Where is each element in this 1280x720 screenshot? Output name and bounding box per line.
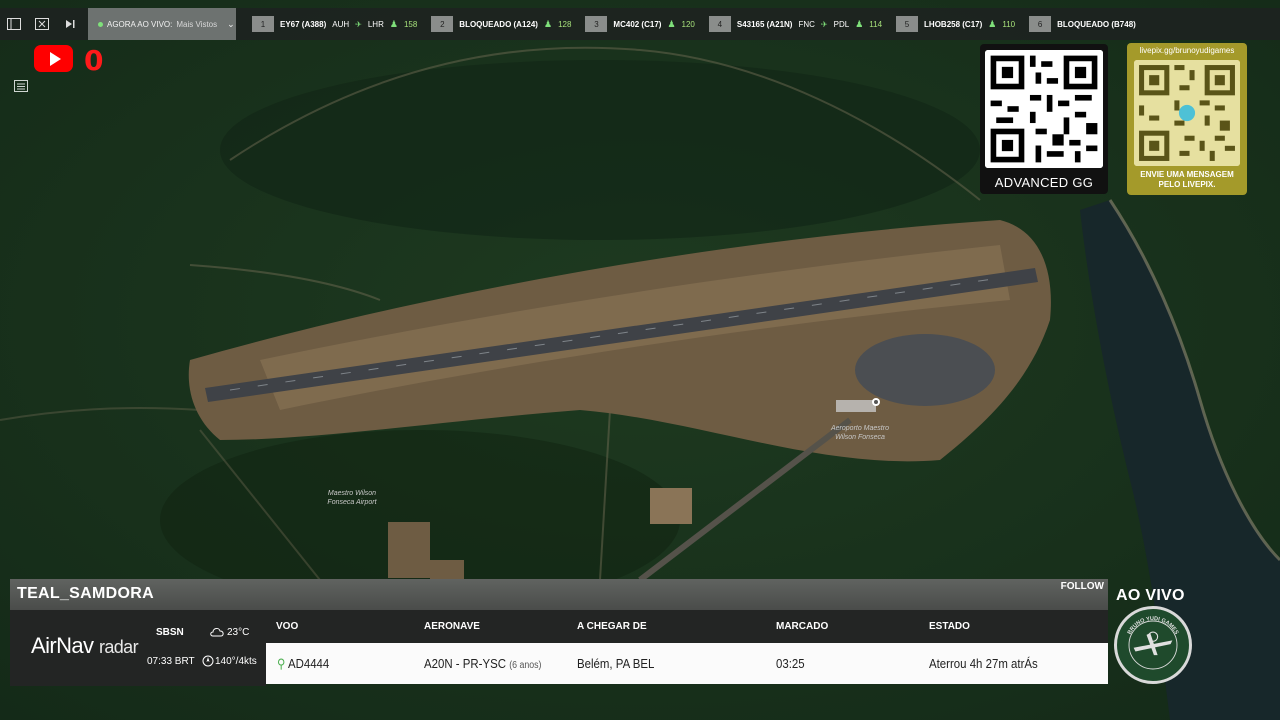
livepix-url: livepix.gg/brunoyudigames xyxy=(1139,46,1235,55)
qr-code-icon xyxy=(985,50,1103,168)
flight-item-1[interactable]: 1 EY67 (A388) AUH ✈ LHR ♟ 158 xyxy=(252,16,417,32)
aircraft-age: (6 anos) xyxy=(509,660,542,671)
flight-table: VOO AERONAVE A CHEGAR DE MARCADO ESTADO … xyxy=(266,610,1108,686)
aircraft-reg: A20N - PR-YSC xyxy=(424,656,507,671)
qr-code-icon xyxy=(1134,60,1240,166)
airnav-brand: AirNav xyxy=(31,633,94,658)
viewers-icon: ♟ xyxy=(988,18,997,29)
flight-item-2[interactable]: 2 BLOQUEADO (A124) ♟ 128 xyxy=(431,16,571,32)
temperature: 23°C xyxy=(227,627,250,638)
viewers-icon: ♟ xyxy=(389,18,398,29)
table-row[interactable]: ⚲ AD4444 A20N - PR-YSC (6 anos) Belém, P… xyxy=(266,643,1108,684)
flight-item-6[interactable]: 6 BLOQUEADO (B748) xyxy=(1029,16,1136,32)
flight-item-4[interactable]: 4 S43165 (A21N) FNC ✈ PDL ♟ 114 xyxy=(708,16,883,32)
livepix-message-line1: ENVIE UMA MENSAGEM xyxy=(1140,170,1234,179)
live-now-dropdown[interactable]: AGORA AO VIVO: Mais Vistos ⌄ xyxy=(88,8,236,40)
scheduled-cell: 03:25 xyxy=(776,656,805,671)
col-voo: VOO xyxy=(276,621,299,632)
flight-to: LHR xyxy=(367,19,384,29)
panel-header: TEAL_SAMDORA FOLLOW xyxy=(10,579,1108,610)
plane-marker-icon: ⚲ xyxy=(277,656,286,671)
airnav-logo: AirNav radar xyxy=(31,633,139,659)
flight-list: 1 EY67 (A388) AUH ✈ LHR ♟ 158 2 BLOQUEAD… xyxy=(252,16,1262,32)
livepix-message: ENVIE UMA MENSAGEM PELO LIVEPIX. xyxy=(1127,170,1247,190)
flight-rank: 1 xyxy=(252,16,274,32)
youtube-logo-icon xyxy=(34,45,73,72)
marker-label-2: Wilson Fonseca xyxy=(835,434,885,441)
live-label: AO VIVO xyxy=(1116,587,1185,604)
sidebar-toggle-icon[interactable] xyxy=(0,8,28,40)
col-aeronave: AERONAVE xyxy=(424,621,480,632)
airport-summary: AirNav radar SBSN 07:33 BRT 23°C 140°/4k… xyxy=(10,610,266,686)
close-panel-icon[interactable] xyxy=(28,8,56,40)
flight-rank: 3 xyxy=(585,16,608,32)
aircraft-cell: A20N - PR-YSC (6 anos) xyxy=(424,656,541,671)
flight-to: PDL xyxy=(833,19,850,29)
marker-label: Aeroporto Maestro xyxy=(830,425,889,432)
flight-viewers: 110 xyxy=(1002,19,1016,29)
flight-viewers: 114 xyxy=(869,19,883,29)
plane-route-icon: ✈ xyxy=(355,19,362,29)
list-icon[interactable] xyxy=(10,76,32,96)
flight-cell: ⚲ AD4444 xyxy=(277,656,329,672)
flight-rank: 4 xyxy=(708,16,731,32)
col-origin: A CHEGAR DE xyxy=(577,621,647,632)
flight-item-5[interactable]: 5 LHOB258 (C17) ♟ 110 xyxy=(896,16,1015,32)
flight-callsign: BLOQUEADO (B748) xyxy=(1057,19,1136,29)
viewer-count: 0 xyxy=(84,44,104,77)
livepix-message-line2: PELO LIVEPIX. xyxy=(1158,180,1216,189)
flight-callsign: S43165 (A21N) xyxy=(736,19,793,29)
flight-callsign: LHOB258 (C17) xyxy=(924,19,983,29)
flight-callsign: EY67 (A388) xyxy=(280,19,327,29)
chevron-down-icon: ⌄ xyxy=(227,18,235,29)
flight-rank: 2 xyxy=(431,16,454,32)
airport-code: SBSN xyxy=(156,627,184,638)
flight-callsign: MC402 (C17) xyxy=(613,19,662,29)
flight-item-3[interactable]: 3 MC402 (C17) ♟ 120 xyxy=(585,16,695,32)
flight-from: AUH xyxy=(332,19,350,29)
origin-cell: Belém, PA BEL xyxy=(577,656,655,671)
qr-advanced-label: ADVANCED GG xyxy=(994,175,1094,190)
flight-viewers: 158 xyxy=(403,19,418,29)
flight-viewers: 128 xyxy=(558,19,572,29)
top-flight-bar: AGORA AO VIVO: Mais Vistos ⌄ 1 EY67 (A38… xyxy=(0,8,1280,40)
viewers-icon: ♟ xyxy=(855,18,864,29)
table-header: VOO AERONAVE A CHEGAR DE MARCADO ESTADO xyxy=(266,610,1108,643)
flight-from: FNC xyxy=(798,19,815,29)
qr-card-livepix: livepix.gg/brunoyudigames ENVIE UMA MENS… xyxy=(1127,43,1247,195)
flight-rank: 6 xyxy=(1029,16,1052,32)
streamer-username: TEAL_SAMDORA xyxy=(17,585,154,602)
flight-viewers: 120 xyxy=(681,19,695,29)
flight-number: AD4444 xyxy=(287,656,330,671)
flight-callsign: BLOQUEADO (A124) xyxy=(459,19,538,29)
flight-rank: 5 xyxy=(896,16,919,32)
flight-info-panel: TEAL_SAMDORA FOLLOW AirNav radar SBSN 07… xyxy=(10,579,1108,686)
live-dot-icon xyxy=(98,21,103,27)
status-cell: Aterrou 4h 27m atrÁs xyxy=(929,656,1038,671)
wind: 140°/4kts xyxy=(215,656,257,667)
follow-button[interactable]: FOLLOW xyxy=(1061,581,1104,592)
qr-card-advanced: ADVANCED GG xyxy=(980,44,1108,194)
plane-route-icon: ✈ xyxy=(820,19,828,29)
viewers-icon: ♟ xyxy=(543,18,553,29)
live-now-label: AGORA AO VIVO: xyxy=(107,19,173,29)
live-now-sub: Mais Vistos xyxy=(176,19,218,29)
viewers-icon: ♟ xyxy=(667,18,676,29)
wind-compass-icon xyxy=(202,655,214,670)
airnav-brand-sub: radar xyxy=(98,637,139,657)
col-status: ESTADO xyxy=(929,621,970,632)
channel-badge-logo: BRUNO YUDI GAMES xyxy=(1114,606,1192,684)
airport-map-label-2: Fonseca Airport xyxy=(327,499,377,506)
skip-next-icon[interactable] xyxy=(56,8,84,40)
airport-map-label: Maestro Wilson xyxy=(328,490,376,497)
local-time: 07:33 BRT xyxy=(147,656,195,667)
weather-cloud-icon xyxy=(209,625,225,640)
col-scheduled: MARCADO xyxy=(776,621,829,632)
